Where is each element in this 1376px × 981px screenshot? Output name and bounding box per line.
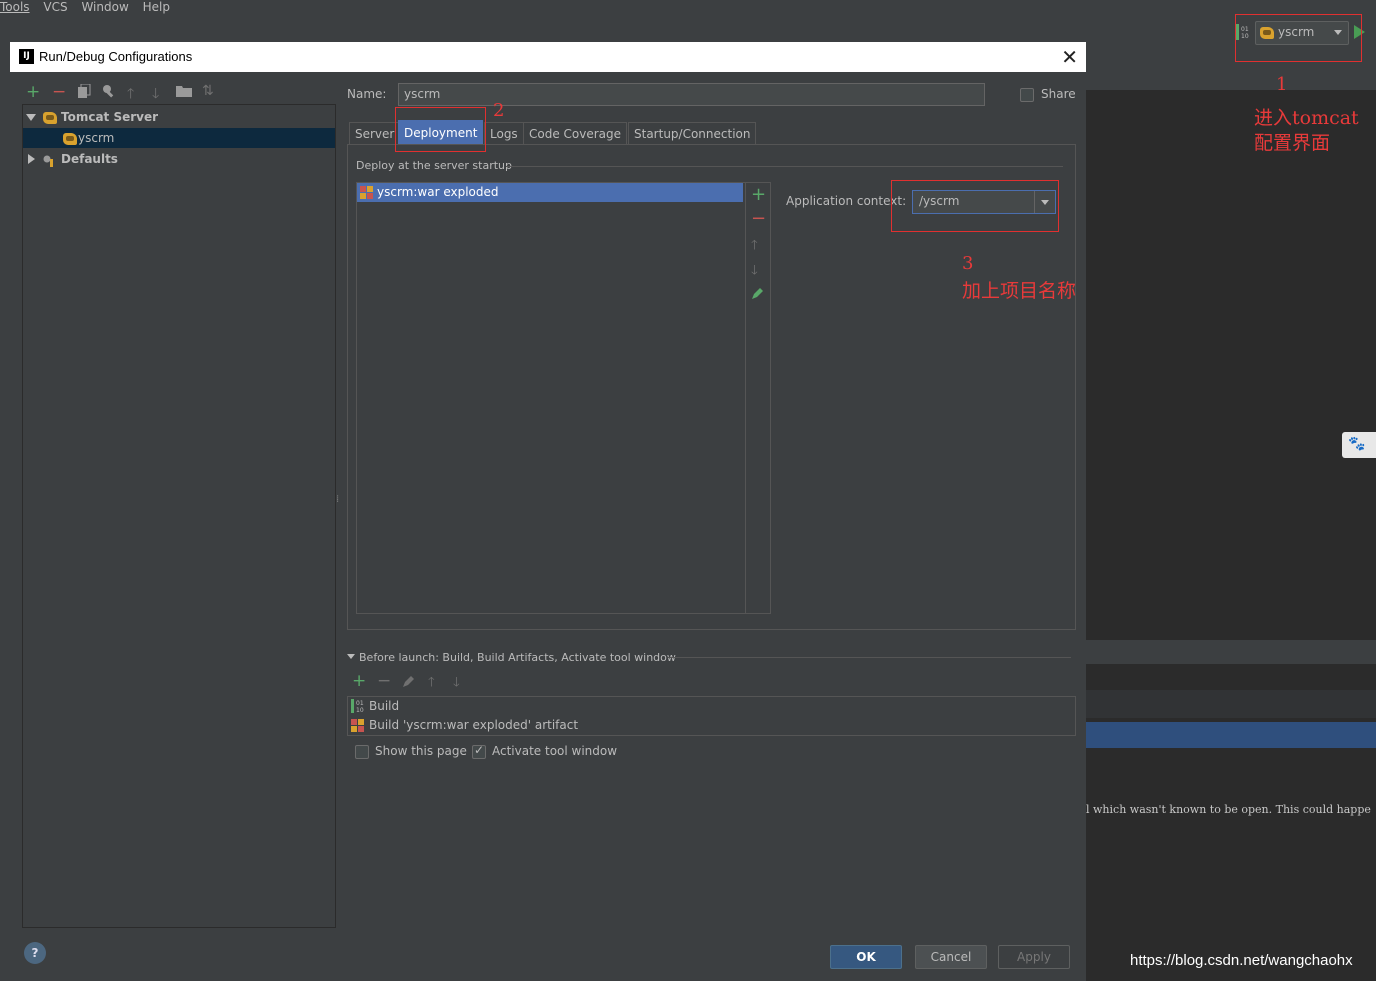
close-icon[interactable]: ✕ bbox=[1061, 45, 1078, 69]
move-down-icon[interactable]: 🡓 bbox=[751, 261, 758, 283]
remove-icon[interactable]: − bbox=[377, 671, 391, 691]
deploy-section-label: Deploy at the server startup bbox=[356, 159, 513, 172]
add-icon[interactable]: + bbox=[352, 671, 366, 691]
apply-button[interactable]: Apply bbox=[998, 945, 1070, 969]
wrench-icon[interactable] bbox=[102, 84, 116, 102]
dialog-titlebar: IJ Run/Debug Configurations ✕ bbox=[10, 42, 1086, 72]
defaults-wrench-icon bbox=[43, 153, 57, 173]
deploy-list-item[interactable]: yscrm:war exploded bbox=[357, 183, 743, 202]
name-input[interactable]: yscrm bbox=[398, 83, 985, 106]
deploy-item-label: yscrm:war exploded bbox=[377, 185, 499, 199]
deploy-list[interactable] bbox=[356, 182, 746, 614]
copy-icon[interactable] bbox=[78, 83, 92, 102]
tree-item-label: yscrm bbox=[78, 131, 115, 145]
app-context-label: Application context: bbox=[786, 194, 907, 208]
help-button[interactable]: ? bbox=[24, 942, 46, 964]
annotation-number-2: 2 bbox=[493, 100, 505, 121]
expand-icon[interactable] bbox=[26, 114, 36, 121]
tab-server[interactable]: Server bbox=[349, 122, 401, 144]
activate-tool-window-checkbox[interactable] bbox=[472, 743, 486, 759]
splitter-handle[interactable]: ⁞ bbox=[336, 494, 339, 505]
tree-group-defaults[interactable]: Defaults bbox=[23, 149, 335, 169]
annotation-number-1: 1 bbox=[1276, 74, 1288, 95]
svg-text:10: 10 bbox=[356, 707, 364, 713]
before-launch-item-label: Build 'yscrm:war exploded' artifact bbox=[369, 718, 579, 732]
annotation-number-3: 3 bbox=[962, 253, 974, 274]
console-output: l which wasn't known to be open. This co… bbox=[1086, 803, 1371, 816]
ide-left-strip bbox=[0, 48, 10, 981]
annotation-box-run-config bbox=[1235, 14, 1362, 62]
artifact-icon bbox=[360, 186, 373, 202]
remove-icon[interactable]: − bbox=[751, 208, 766, 229]
ide-menubar: Tools VCS Window Help bbox=[0, 0, 1376, 14]
annotation-text-3: 加上项目名称 bbox=[962, 280, 1077, 302]
name-label: Name: bbox=[347, 87, 387, 101]
add-icon[interactable]: + bbox=[26, 82, 40, 102]
move-up-icon[interactable]: 🡑 bbox=[751, 236, 758, 258]
ide-console bbox=[1086, 748, 1376, 981]
edit-icon[interactable] bbox=[402, 676, 414, 691]
tab-logs[interactable]: Logs bbox=[484, 122, 524, 144]
share-checkbox[interactable] bbox=[1020, 88, 1034, 102]
move-down-icon[interactable]: 🡓 bbox=[453, 673, 460, 695]
edit-icon[interactable] bbox=[751, 288, 763, 303]
annotation-text-1b: 配置界面 bbox=[1254, 132, 1331, 154]
folder-icon[interactable] bbox=[176, 84, 192, 101]
deploy-toolbar: + − 🡑 🡓 bbox=[745, 182, 771, 614]
dialog-title: Run/Debug Configurations bbox=[39, 49, 193, 64]
menu-vcs[interactable]: VCS bbox=[43, 1, 67, 13]
before-launch-item-label: Build bbox=[369, 699, 400, 713]
collapse-before-launch-icon[interactable] bbox=[347, 654, 355, 659]
annotation-box-app-context bbox=[891, 180, 1059, 232]
activate-tool-window-label[interactable]: Activate tool window bbox=[492, 744, 617, 758]
sort-icon[interactable]: ⇅ bbox=[202, 83, 214, 99]
ide-tool-tabs bbox=[1086, 690, 1376, 718]
before-launch-list: 01 10 Build Build 'yscrm:war exploded' ar… bbox=[347, 696, 1076, 736]
add-icon[interactable]: + bbox=[751, 184, 766, 205]
deploy-section-divider bbox=[506, 166, 1063, 167]
watermark: https://blog.csdn.net/wangchaohx bbox=[1130, 952, 1353, 969]
config-tree: Tomcat Server yscrm Defaults bbox=[22, 104, 336, 928]
tab-startup-connection[interactable]: Startup/Connection bbox=[628, 122, 757, 144]
before-launch-label[interactable]: Before launch: Build, Build Artifacts, A… bbox=[359, 651, 676, 664]
tree-group-label: Tomcat Server bbox=[61, 110, 159, 124]
ide-tool-header bbox=[1086, 640, 1376, 664]
tomcat-icon bbox=[63, 133, 77, 145]
intellij-logo-icon: IJ bbox=[19, 49, 34, 64]
collapse-icon[interactable] bbox=[28, 154, 35, 164]
menu-tools[interactable]: Tools bbox=[0, 1, 30, 13]
share-label[interactable]: Share bbox=[1041, 87, 1076, 101]
show-page-checkbox[interactable] bbox=[355, 745, 369, 759]
ide-selected-row bbox=[1086, 722, 1376, 748]
artifact-icon bbox=[351, 719, 364, 738]
before-launch-divider bbox=[668, 657, 1071, 658]
annotation-box-deployment-tab bbox=[395, 107, 486, 152]
menu-window[interactable]: Window bbox=[81, 1, 128, 13]
tree-defaults-label: Defaults bbox=[61, 152, 118, 166]
ok-button[interactable]: OK bbox=[830, 945, 902, 969]
cancel-button[interactable]: Cancel bbox=[915, 945, 987, 969]
paw-icon[interactable]: 🐾 bbox=[1342, 432, 1376, 458]
svg-text:01: 01 bbox=[356, 700, 364, 707]
show-page-label[interactable]: Show this page bbox=[375, 744, 467, 758]
remove-icon[interactable]: − bbox=[52, 82, 66, 102]
list-item[interactable]: 01 10 Build bbox=[348, 697, 1075, 716]
move-up-icon[interactable]: 🡑 bbox=[428, 673, 435, 695]
tree-group-tomcat[interactable]: Tomcat Server bbox=[23, 107, 335, 127]
tab-code-coverage[interactable]: Code Coverage bbox=[523, 122, 628, 144]
annotation-text-1a: 进入tomcat bbox=[1254, 107, 1359, 129]
tree-item-yscrm[interactable]: yscrm bbox=[23, 128, 335, 148]
list-item[interactable]: Build 'yscrm:war exploded' artifact bbox=[348, 716, 1075, 735]
tomcat-icon bbox=[43, 112, 57, 124]
menu-help[interactable]: Help bbox=[143, 1, 170, 13]
